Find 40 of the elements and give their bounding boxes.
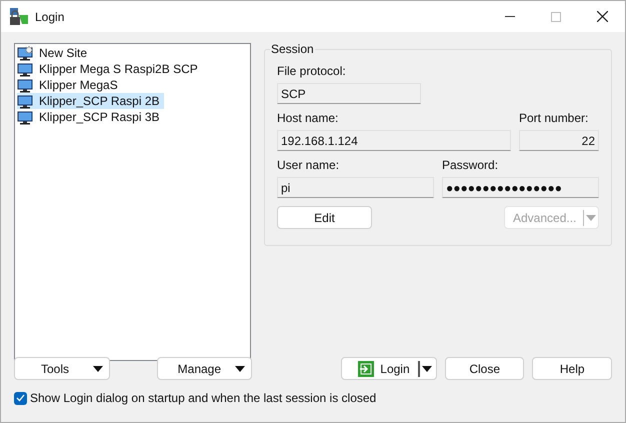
field-label: Host name: [277, 110, 340, 127]
monitor-icon [17, 62, 33, 76]
login-button[interactable]: Login [341, 357, 437, 380]
caret-icon [92, 366, 103, 372]
field-label: File protocol: [277, 63, 347, 80]
maximize-icon [551, 12, 561, 22]
close-button[interactable]: Close [444, 357, 524, 380]
text-field[interactable]: 192.168.1.124 [277, 130, 511, 151]
manage-button[interactable]: Manage [156, 357, 252, 380]
tools-button[interactable]: Tools [14, 357, 110, 380]
field-label: Password: [442, 157, 500, 174]
new-monitor-icon [17, 46, 33, 60]
caret-icon [586, 214, 596, 220]
field-label: Port number: [519, 110, 590, 127]
site-item[interactable]: Klipper Mega S Raspi2B SCP [17, 61, 202, 77]
monitor-icon [17, 110, 33, 124]
monitor-icon [17, 78, 33, 92]
minimize-icon [505, 16, 515, 17]
login-icon [358, 360, 374, 376]
check-icon [16, 394, 25, 402]
monitor-icon [17, 94, 33, 108]
window-title: Login [35, 8, 64, 26]
text-field[interactable]: SCP [277, 83, 421, 104]
help-button[interactable]: Help [532, 357, 612, 380]
site-item[interactable]: Klipper MegaS [17, 77, 122, 93]
lock-icon [9, 6, 29, 26]
close-icon [596, 11, 608, 22]
text-field[interactable]: 22 [519, 130, 599, 151]
checkbox-label: Show Login dialog on startup and when the last session is closed [30, 390, 376, 407]
edit-button[interactable]: Edit [277, 206, 372, 229]
session-title: Session [270, 42, 315, 56]
field-label: User name: [277, 157, 340, 174]
caret-icon [422, 366, 432, 372]
site-item[interactable]: Klipper_SCP Raspi 3B [17, 109, 164, 125]
startup-checkbox[interactable] [14, 392, 27, 404]
site-item[interactable]: New Site [17, 45, 92, 61]
site-item[interactable]: Klipper_SCP Raspi 2B [17, 93, 164, 109]
text-field[interactable]: ●●●●●●●●●●●●●●●● [442, 177, 599, 198]
text-field[interactable]: pi [277, 177, 434, 198]
caret-icon [235, 366, 246, 372]
